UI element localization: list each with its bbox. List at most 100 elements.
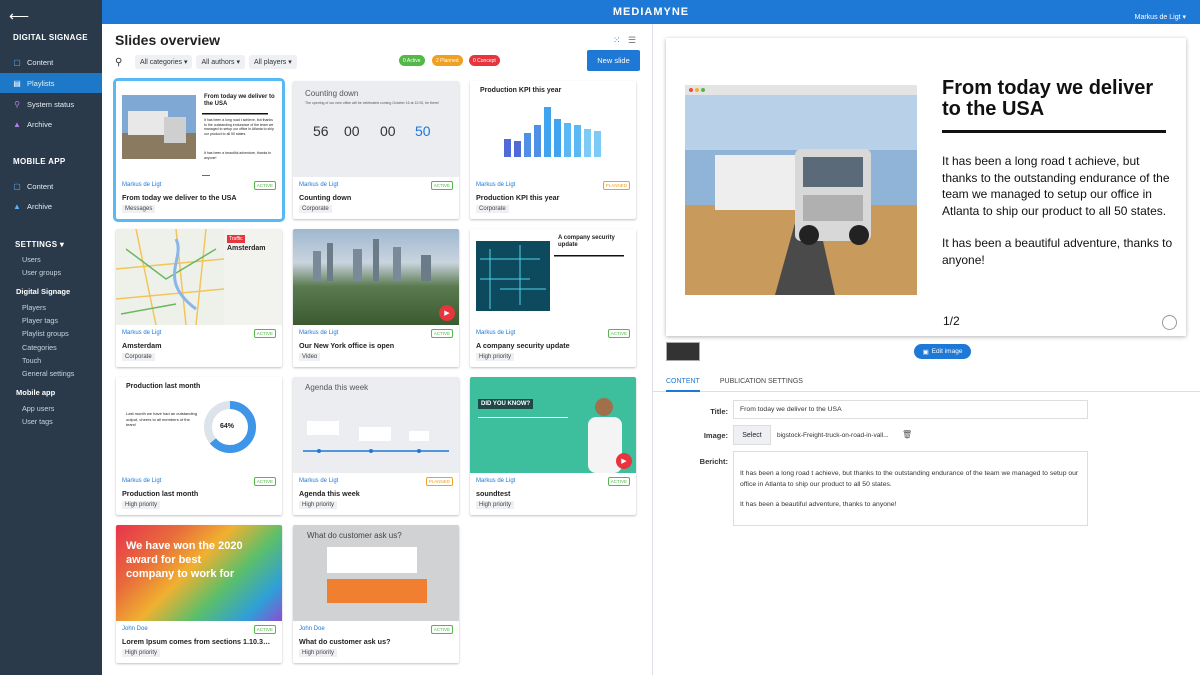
- filter-categories[interactable]: All categories ▾: [135, 55, 193, 69]
- slide-thumbnail: What do customer ask us?: [293, 525, 459, 621]
- slide-card[interactable]: Production last month Last month we have…: [116, 377, 282, 515]
- slide-card[interactable]: Counting down The opening of our new off…: [293, 81, 459, 219]
- sidebar-item-playlists[interactable]: ▤ Playlists: [0, 73, 102, 93]
- preview-paragraph: It has been a beautiful adventure, thank…: [942, 236, 1173, 267]
- slide-thumbnail: Counting down The opening of our new off…: [293, 81, 459, 177]
- list-view-icon[interactable]: ☰: [628, 35, 636, 46]
- card-author: Markus de Ligt: [299, 478, 339, 484]
- card-tag: High priority: [476, 501, 515, 509]
- filter-authors[interactable]: All authors ▾: [196, 55, 246, 69]
- bericht-paragraph: It has been a beautiful adventure, thank…: [740, 501, 897, 508]
- card-author: Markus de Ligt: [122, 478, 162, 484]
- card-title: Amsterdam: [122, 341, 162, 350]
- card-tag: High priority: [122, 501, 161, 509]
- tab-publication-settings[interactable]: PUBLICATION SETTINGS: [720, 378, 803, 385]
- card-tag: Corporate: [476, 205, 509, 213]
- circle-indicator-icon[interactable]: [1162, 315, 1177, 330]
- slide-card[interactable]: From today we deliver to the USA It has …: [113, 78, 285, 222]
- city-thumbnail: [313, 239, 431, 281]
- card-title: Agenda this week: [299, 489, 360, 498]
- tab-content[interactable]: CONTENT: [666, 378, 700, 385]
- sidebar-link-touch[interactable]: Touch: [22, 356, 41, 365]
- slide-thumbnail: From today we deliver to the USA It has …: [116, 81, 282, 177]
- slide-card[interactable]: Agenda this week Markus de Ligt PLANNED …: [293, 377, 459, 515]
- card-author: Markus de Ligt: [476, 478, 516, 484]
- card-title: Production last month: [122, 489, 199, 498]
- slide-card[interactable]: What do customer ask us? John Doe ACTIVE…: [293, 525, 459, 663]
- thumb-title: Production last month: [126, 383, 201, 390]
- sidebar-item-label: Archive: [27, 119, 53, 129]
- sidebar-link-users[interactable]: Users: [22, 255, 41, 264]
- card-tag: High priority: [299, 649, 338, 657]
- grid-view-icon[interactable]: ⁙: [613, 35, 621, 46]
- edit-image-button[interactable]: ▣ Edit image: [914, 344, 971, 359]
- title-label: Title:: [710, 407, 728, 416]
- sidebar: ⟵ DIGITAL SIGNAGE ▢ Content ▤ Playlists ⚲ S…: [0, 0, 102, 675]
- sidebar-link-playlist-groups[interactable]: Playlist groups: [22, 329, 69, 338]
- slide-thumbnail: DID YOU KNOW? ▶: [470, 377, 636, 473]
- trash-icon[interactable]: 🗑: [902, 430, 912, 439]
- slide-card[interactable]: ▶ Markus de Ligt ACTIVE Our New York off…: [293, 229, 459, 367]
- card-author: Markus de Ligt: [299, 182, 339, 188]
- slide-editor-panel: From today we deliver to the USA It has …: [652, 24, 1200, 675]
- archive-icon: ▲: [13, 201, 21, 211]
- play-icon[interactable]: ▶: [439, 305, 455, 321]
- map-thumbnail: [116, 229, 225, 325]
- pill-active[interactable]: 0 Active: [399, 55, 425, 66]
- sidebar-link-app-users[interactable]: App users: [22, 404, 54, 413]
- search-icon[interactable]: ⚲: [115, 57, 131, 68]
- slide-card[interactable]: Production KPI this year Markus de Ligt …: [470, 81, 636, 219]
- status-badge: ACTIVE: [253, 477, 276, 486]
- slide-card[interactable]: We have won the 2020 award for best comp…: [116, 525, 282, 663]
- slide-card[interactable]: A company security update Markus de Ligt…: [470, 229, 636, 367]
- new-slide-button[interactable]: New slide: [587, 50, 640, 71]
- status-badge: PLANNED: [425, 477, 453, 486]
- sidebar-item-label: System status: [27, 99, 75, 109]
- slide-card[interactable]: DID YOU KNOW? ▶ Markus de Ligt ACTIVE so…: [470, 377, 636, 515]
- sidebar-item-label: Content: [27, 57, 54, 67]
- thumb-title: What do customer ask us?: [307, 531, 402, 540]
- back-arrow-icon[interactable]: ⟵: [9, 8, 29, 25]
- card-tag: Corporate: [122, 353, 155, 361]
- sidebar-settings-toggle[interactable]: SETTINGS ▾: [15, 240, 64, 249]
- card-tag: Corporate: [299, 205, 332, 213]
- play-icon[interactable]: ▶: [616, 453, 632, 469]
- title-field[interactable]: From today we deliver to the USA: [733, 400, 1088, 419]
- sidebar-item-mobile-archive[interactable]: ▲ Archive: [0, 196, 102, 216]
- slide-card[interactable]: Traffic Amsterdam Markus de Ligt ACTIVE …: [116, 229, 282, 367]
- sidebar-link-general-settings[interactable]: General settings: [22, 369, 74, 378]
- brand-logo: MEDIAMYNE: [612, 6, 690, 18]
- pill-planned[interactable]: 2 Planned: [432, 55, 463, 66]
- sidebar-link-categories[interactable]: Categories: [22, 343, 57, 352]
- filter-players[interactable]: All players ▾: [249, 55, 297, 69]
- image-icon: ▣: [922, 348, 929, 356]
- thumb-title: Production KPI this year: [480, 87, 562, 94]
- network-icon: ⚲: [14, 99, 20, 109]
- slide-mini-thumbnail[interactable]: [666, 342, 700, 361]
- content-icon: ▢: [13, 181, 21, 191]
- thumb-text: It has been a beautiful adventure, thank…: [204, 151, 272, 160]
- preview-paragraph: It has been a long road t achieve, but t…: [942, 154, 1170, 218]
- sidebar-link-user-groups[interactable]: User groups: [22, 268, 61, 277]
- pill-concept[interactable]: 0 Concept: [469, 55, 500, 66]
- preview-divider: [942, 130, 1166, 133]
- select-image-button[interactable]: Select: [733, 425, 771, 445]
- card-author: Markus de Ligt: [476, 182, 516, 188]
- sidebar-link-player-tags[interactable]: Player tags: [22, 316, 58, 325]
- person-thumbnail: [478, 398, 622, 473]
- status-badge: ACTIVE: [430, 181, 453, 190]
- thumb-title: Amsterdam: [227, 245, 266, 252]
- sidebar-link-players[interactable]: Players: [22, 303, 46, 312]
- slide-thumbnail: Agenda this week: [293, 377, 459, 473]
- status-badge: ACTIVE: [253, 329, 276, 338]
- user-menu[interactable]: Markus de Ligt ▾: [1135, 13, 1186, 21]
- bericht-paragraph: It has been a long road t achieve, but t…: [740, 470, 1079, 488]
- sidebar-item-mobile-content[interactable]: ▢ Content: [0, 176, 102, 196]
- sidebar-link-user-tags[interactable]: User tags: [22, 417, 53, 426]
- sidebar-item-archive[interactable]: ▲ Archive: [0, 114, 102, 134]
- sidebar-item-system-status[interactable]: ⚲ System status: [0, 94, 102, 114]
- bericht-textarea[interactable]: It has been a long road t achieve, but t…: [733, 451, 1088, 526]
- status-badge: ACTIVE: [253, 181, 276, 190]
- card-title: What do customer ask us?: [299, 637, 391, 646]
- sidebar-item-content[interactable]: ▢ Content: [0, 52, 102, 72]
